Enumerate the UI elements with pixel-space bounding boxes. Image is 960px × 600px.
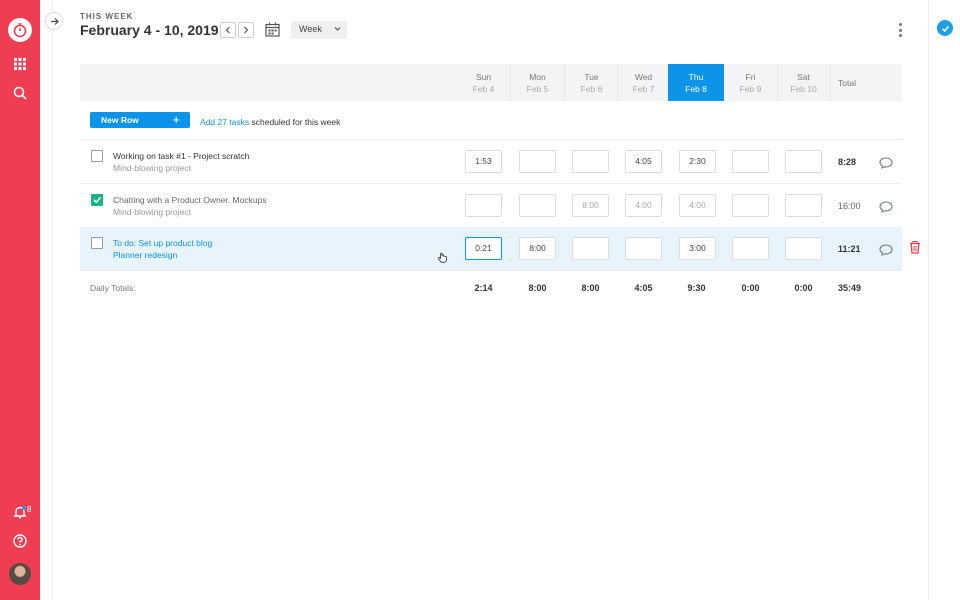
time-cell-tue[interactable] [572, 150, 609, 173]
collapse-sidebar-icon[interactable] [45, 12, 63, 30]
time-cell-tue[interactable] [572, 237, 609, 260]
task-project[interactable]: Planner redesign [113, 250, 177, 260]
time-cell-sat[interactable] [785, 150, 822, 173]
calendar-icon[interactable] [265, 22, 280, 42]
day-header-thu[interactable]: Thu Feb 8 [668, 64, 724, 101]
task-checkbox[interactable] [91, 237, 103, 249]
task-name[interactable]: To do: Set up product blog [113, 238, 212, 248]
total-header: Total [838, 78, 856, 88]
day-header-sat[interactable]: Sat Feb 10 [777, 64, 830, 101]
timer-logo-icon[interactable] [8, 18, 32, 42]
task-name[interactable]: Working on task #1 - Project scratch [113, 151, 249, 161]
time-cell-tue[interactable]: 8:00 [572, 194, 609, 217]
time-cell-wed[interactable]: 4:00 [625, 194, 662, 217]
add-tasks-text: Add 27 tasks scheduled for this week [200, 117, 341, 127]
task-name[interactable]: Chatting with a Product Owner. Mockups [113, 195, 267, 205]
comment-icon[interactable] [879, 243, 893, 261]
task-checkbox[interactable] [91, 150, 103, 162]
time-cell-sun[interactable]: 1:53 [465, 150, 502, 173]
time-cell-fri[interactable] [732, 194, 769, 217]
day-header-wed[interactable]: Wed Feb 7 [617, 64, 670, 101]
daily-totals-label: Daily Totals: [90, 283, 136, 293]
page-title: February 4 - 10, 2019 [80, 22, 219, 38]
more-options-icon[interactable] [894, 21, 906, 39]
day-header-tue[interactable]: Tue Feb 6 [565, 64, 618, 101]
plus-icon: + [172, 112, 180, 127]
time-cell-thu[interactable]: 3:00 [679, 237, 716, 260]
time-cell-sun[interactable] [465, 194, 502, 217]
time-cell-sat[interactable] [785, 237, 822, 260]
time-cell-thu[interactable]: 4:00 [679, 194, 716, 217]
day-header-mon[interactable]: Mon Feb 5 [511, 64, 564, 101]
time-cell-thu[interactable]: 2:30 [679, 150, 716, 173]
comment-icon[interactable] [879, 156, 893, 174]
avatar[interactable] [9, 563, 31, 585]
right-panel-divider [928, 0, 929, 600]
day-header-sun[interactable]: Sun Feb 4 [457, 64, 510, 101]
apps-grid-icon[interactable] [8, 52, 32, 76]
table-header: Sun Feb 4 Mon Feb 5 Tue Feb 6 Wed Feb 7 Thu F… [80, 64, 902, 101]
row-total: 8:28 [838, 157, 857, 167]
new-row-button[interactable]: New Row + [90, 112, 190, 128]
daily-total-wed: 4:05 [634, 283, 653, 293]
chevron-left-icon [225, 26, 230, 34]
time-cell-wed[interactable] [625, 237, 662, 260]
checkmark-icon [93, 196, 102, 204]
table-row: Chatting with a Product Owner. Mockups M… [80, 184, 902, 227]
daily-total-sun: 2:14 [474, 283, 493, 293]
next-week-button[interactable] [238, 22, 254, 38]
time-cell-mon[interactable] [519, 194, 556, 217]
help-icon[interactable] [8, 529, 32, 553]
daily-total-fri: 0:00 [741, 283, 760, 293]
prev-week-button[interactable] [220, 22, 236, 38]
row-total: 11:21 [838, 244, 861, 254]
time-cell-fri[interactable] [732, 237, 769, 260]
comment-icon[interactable] [879, 200, 893, 218]
time-cell-sat[interactable] [785, 194, 822, 217]
panel-divider [52, 0, 53, 600]
table-row-active: To do: Set up product blog Planner redes… [80, 227, 902, 270]
time-cell-mon[interactable]: 8:00 [519, 237, 556, 260]
task-project[interactable]: Mind-blowing project [113, 207, 191, 217]
view-select-value: Week [299, 24, 322, 34]
hand-cursor-icon [437, 250, 448, 268]
chevron-down-icon [334, 27, 341, 31]
grand-total: 35:49 [838, 283, 862, 293]
row-total: 16:00 [838, 201, 861, 211]
week-eyebrow: THIS WEEK [80, 12, 134, 21]
task-checkbox-checked[interactable] [91, 194, 103, 206]
time-cell-fri[interactable] [732, 150, 769, 173]
daily-total-thu: 9:30 [687, 283, 706, 293]
search-icon[interactable] [8, 81, 32, 105]
chevron-right-icon [244, 26, 249, 34]
time-cell-wed[interactable]: 4:05 [625, 150, 662, 173]
add-tasks-link[interactable]: Add 27 tasks [200, 117, 249, 127]
view-select[interactable]: Week [291, 21, 347, 39]
notification-count: 8 [27, 505, 32, 514]
time-cell-sun[interactable]: 0:21 [465, 237, 502, 260]
day-header-fri[interactable]: Fri Feb 9 [724, 64, 777, 101]
daily-total-sat: 0:00 [794, 283, 813, 293]
time-cell-mon[interactable] [519, 150, 556, 173]
sidebar: 8 [0, 0, 40, 600]
daily-total-mon: 8:00 [528, 283, 547, 293]
bell-icon[interactable]: 8 [8, 500, 32, 524]
daily-total-tue: 8:00 [581, 283, 600, 293]
new-row-label: New Row [101, 115, 139, 125]
check-circle-icon[interactable] [937, 20, 953, 36]
trash-icon[interactable] [909, 241, 921, 259]
task-project[interactable]: Mind-blowing project [113, 163, 191, 173]
table-row: Working on task #1 - Project scratch Min… [80, 140, 902, 183]
